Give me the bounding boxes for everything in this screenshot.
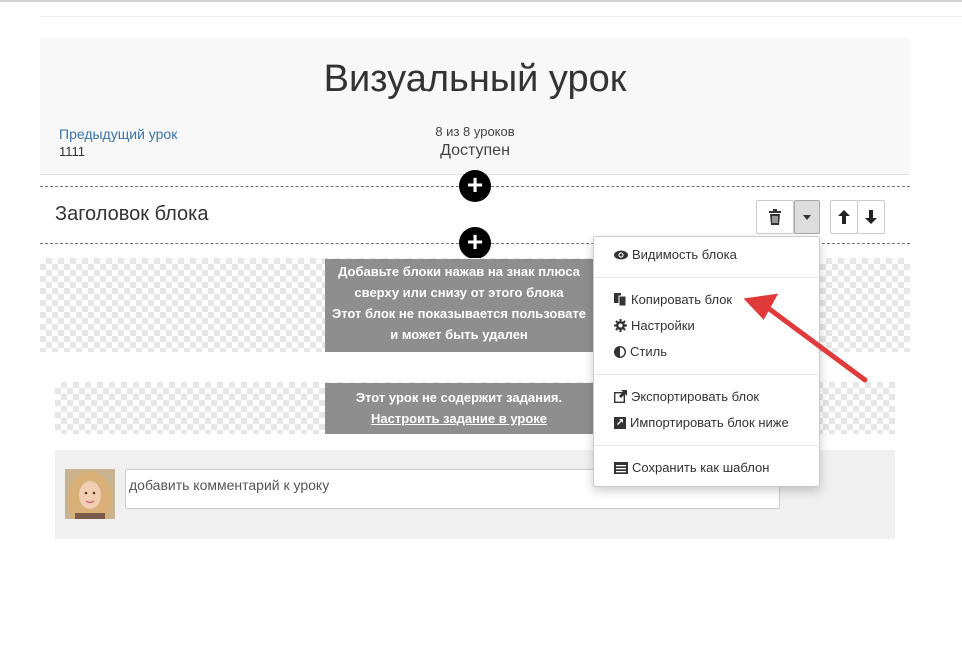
- menu-item-label: Видимость блока: [632, 247, 737, 262]
- empty-block-line: и может быть удален: [390, 327, 528, 342]
- menu-divider: [595, 445, 818, 446]
- menu-item-label: Импортировать блок ниже: [630, 415, 789, 430]
- menu-item-settings[interactable]: Настройки: [614, 318, 695, 333]
- empty-block-message: Добавьте блоки нажав на знак плюса сверх…: [325, 259, 593, 352]
- gear-icon: [614, 319, 627, 332]
- empty-block-line: сверху или снизу от этого блока: [354, 285, 564, 300]
- eye-icon: [614, 250, 628, 259]
- add-block-below-button[interactable]: +: [459, 227, 491, 259]
- caret-down-icon: [803, 214, 811, 220]
- empty-block-line: Добавьте блоки нажав на знак плюса: [338, 264, 580, 279]
- annotation-arrow: [743, 293, 868, 383]
- delete-block-button[interactable]: [756, 200, 794, 234]
- arrow-down-icon: [865, 210, 877, 224]
- menu-item-copy[interactable]: Копировать блок: [614, 292, 732, 307]
- menu-item-save-template[interactable]: Сохранить как шаблон: [614, 460, 769, 475]
- configure-task-link[interactable]: Настроить задание в уроке: [371, 411, 547, 426]
- add-block-above-button[interactable]: +: [459, 170, 491, 202]
- lesson-status: Доступен: [440, 142, 510, 159]
- block-menu-toggle[interactable]: [794, 200, 820, 234]
- menu-item-export[interactable]: Экспортировать блок: [614, 389, 759, 404]
- menu-item-label: Настройки: [631, 318, 695, 333]
- menu-divider: [595, 277, 818, 278]
- top-border: [0, 0, 962, 2]
- move-block-up-button[interactable]: [830, 200, 858, 234]
- task-text: Этот урок не содержит задания.: [355, 390, 563, 405]
- lesson-header: Визуальный урок Предыдущий урок 1111 8 и…: [40, 38, 910, 175]
- task-message: Этот урок не содержит задания. Настроить…: [325, 383, 593, 434]
- menu-item-label: Копировать блок: [631, 292, 733, 307]
- import-icon: [614, 416, 626, 429]
- empty-block-line: Этот блок не показывается пользовате: [331, 306, 586, 321]
- copy-icon: [614, 293, 627, 306]
- move-block-down-button[interactable]: [857, 200, 885, 234]
- avatar: [65, 469, 115, 519]
- menu-item-label: Стиль: [630, 344, 667, 359]
- menu-item-visibility[interactable]: Видимость блока: [614, 247, 737, 262]
- arrow-up-icon: [838, 210, 850, 224]
- menu-item-label: Экспортировать блок: [631, 389, 760, 404]
- top-divider: [40, 16, 962, 17]
- block-title[interactable]: Заголовок блока: [55, 203, 208, 226]
- external-link-icon: [614, 390, 627, 403]
- lesson-count: 8 из 8 уроков: [435, 124, 515, 139]
- contrast-icon: [614, 345, 626, 358]
- menu-item-style[interactable]: Стиль: [614, 344, 667, 359]
- template-icon: [614, 461, 628, 474]
- page-title: Визуальный урок: [323, 58, 627, 100]
- menu-item-label: Сохранить как шаблон: [632, 460, 770, 475]
- trash-icon: [769, 209, 781, 225]
- menu-item-import[interactable]: Импортировать блок ниже: [614, 415, 789, 430]
